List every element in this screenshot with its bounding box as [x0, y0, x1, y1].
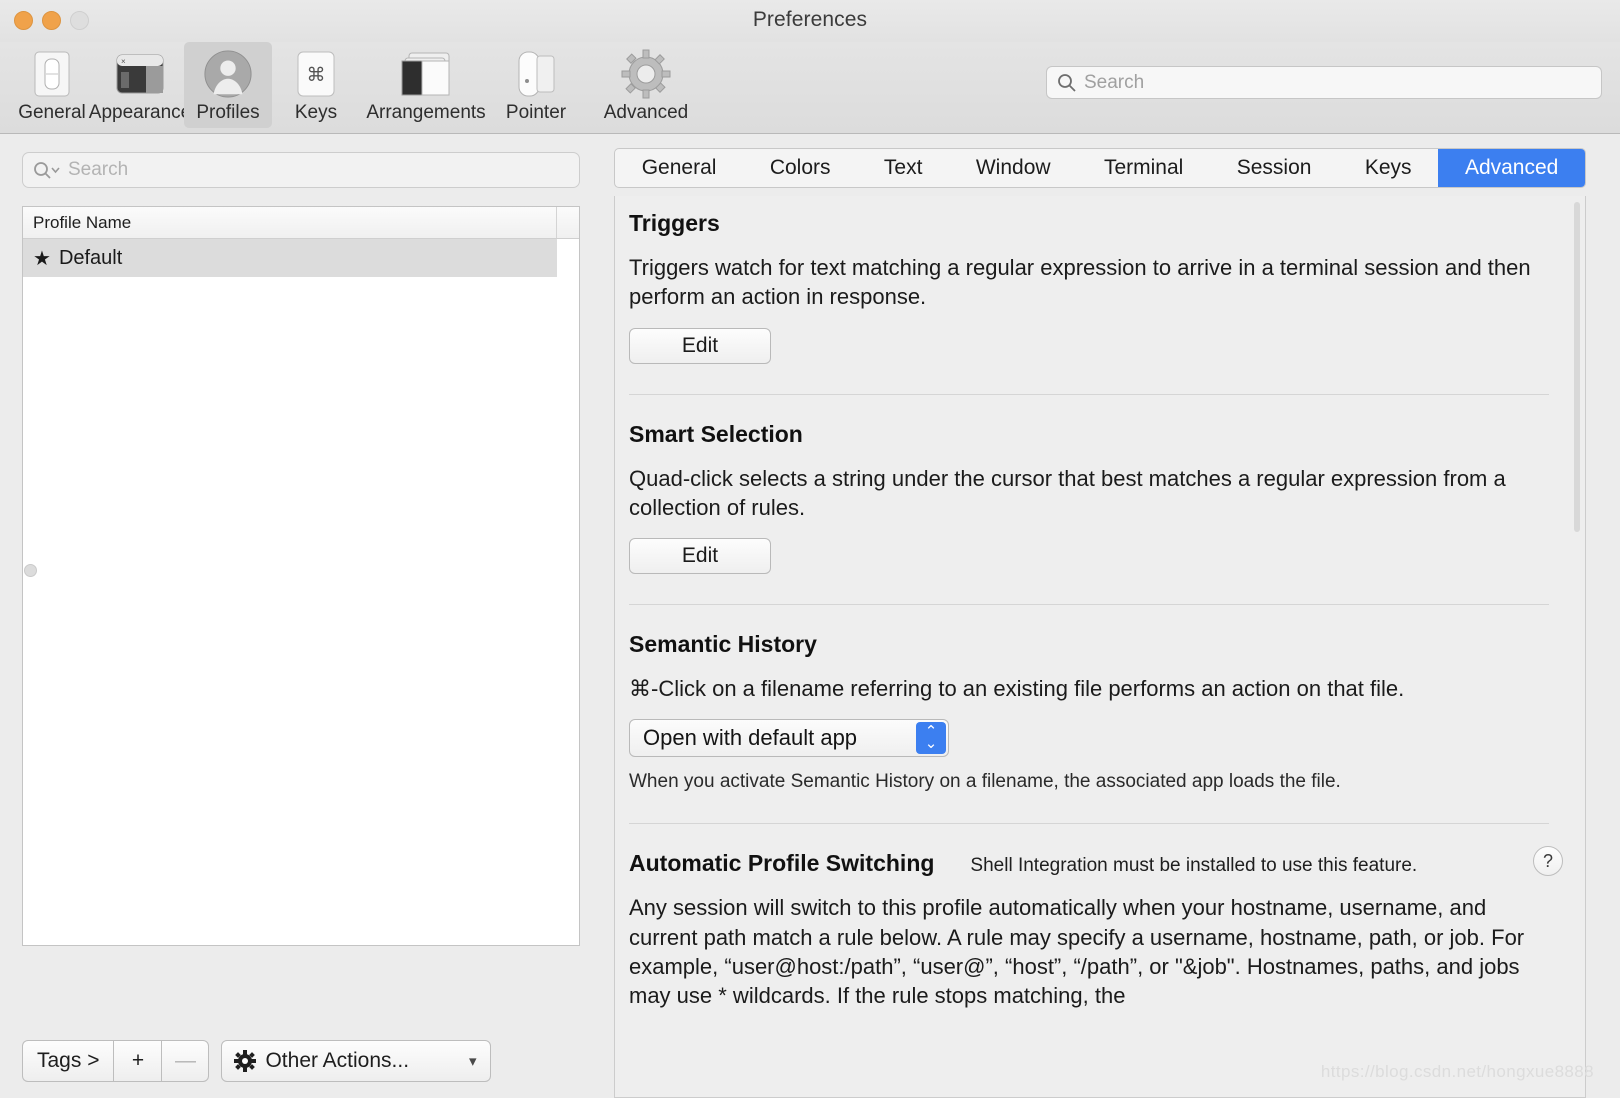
pointer-mouse-icon — [511, 48, 561, 100]
tab-keys[interactable]: Keys — [1338, 149, 1438, 187]
triggers-edit-button[interactable]: Edit — [629, 327, 771, 364]
search-icon — [1057, 73, 1076, 92]
aps-note: Shell Integration must be installed to u… — [970, 855, 1418, 877]
split-view-drag-handle[interactable] — [24, 564, 37, 577]
toolbar-item-label: Appearance — [88, 102, 192, 123]
section-divider — [629, 604, 1549, 605]
tab-general[interactable]: General — [615, 149, 743, 187]
preferences-toolbar: General × Appearance Profiles ⌘ Keys Arr… — [0, 42, 1620, 134]
advanced-settings-content: Triggers Triggers watch for text matchin… — [614, 196, 1586, 1098]
search-dropdown-icon[interactable] — [33, 161, 61, 180]
section-divider — [629, 393, 1549, 395]
watermark-text: https://blog.csdn.net/hongxue8888 — [1320, 1062, 1594, 1081]
toolbar-item-keys[interactable]: ⌘ Keys — [272, 42, 360, 128]
profile-search-placeholder: Search — [68, 159, 129, 180]
toolbar-item-pointer[interactable]: Pointer — [492, 42, 580, 128]
toolbar-item-label: Keys — [294, 102, 338, 123]
title-bar: Preferences — [0, 0, 1620, 42]
table-row[interactable]: ★ Default — [23, 239, 557, 277]
keys-command-icon: ⌘ — [291, 48, 341, 100]
window-body: Search Profile Name ★ Default Tags > + — — [0, 134, 1620, 1098]
semantic-history-hint: When you activate Semantic History on a … — [629, 771, 1341, 793]
svg-text:⌘: ⌘ — [307, 65, 326, 86]
tags-button[interactable]: Tags > — [22, 1040, 114, 1082]
tab-session[interactable]: Session — [1210, 149, 1338, 187]
profiles-bottom-toolbar: Tags > + — Other Actions... ▾ — [22, 1040, 492, 1082]
semantic-history-description: ⌘-Click on a filename referring to an ex… — [629, 676, 1405, 701]
triggers-description: Triggers watch for text matching a regul… — [629, 255, 1531, 310]
smart-selection-heading: Smart Selection — [629, 420, 803, 447]
toolbar-item-profiles[interactable]: Profiles — [184, 42, 272, 128]
tab-terminal[interactable]: Terminal — [1077, 149, 1210, 187]
section-semantic-history: Semantic History ⌘-Click on a filename r… — [629, 631, 1549, 793]
column-header-profile-name[interactable]: Profile Name — [23, 213, 556, 233]
vertical-scrollbar[interactable] — [1573, 202, 1582, 1091]
toolbar-items: General × Appearance Profiles ⌘ Keys Arr… — [8, 42, 712, 128]
toolbar-item-arrangements[interactable]: Arrangements — [360, 42, 492, 128]
tab-window[interactable]: Window — [949, 149, 1077, 187]
profiles-table[interactable]: Profile Name ★ Default — [22, 206, 580, 946]
toolbar-item-label: Profiles — [196, 102, 260, 123]
smart-selection-edit-button[interactable]: Edit — [629, 538, 771, 574]
arrangements-windows-icon — [401, 48, 451, 100]
chevron-down-icon: ▾ — [468, 1053, 477, 1070]
profile-settings-pane: General Colors Text Window Terminal Sess… — [596, 134, 1620, 1098]
advanced-gear-icon — [621, 48, 671, 100]
other-actions-menu[interactable]: Other Actions... ▾ — [221, 1040, 492, 1082]
gear-icon — [234, 1050, 257, 1072]
semantic-history-select[interactable]: Open with default app ⌃ ⌄ — [629, 719, 949, 758]
toolbar-search-field[interactable]: Search — [1046, 66, 1602, 99]
profile-tab-bar: General Colors Text Window Terminal Sess… — [614, 148, 1586, 188]
other-actions-label: Other Actions... — [265, 1049, 410, 1072]
profiles-sidebar: Search Profile Name ★ Default Tags > + — — [0, 134, 596, 1098]
add-profile-button[interactable]: + — [113, 1040, 162, 1082]
profiles-person-icon — [203, 48, 253, 100]
aps-heading: Automatic Profile Switching — [629, 850, 935, 877]
tab-advanced[interactable]: Advanced — [1438, 149, 1585, 187]
chevron-down-icon: ⌄ — [924, 735, 938, 753]
triggers-heading: Triggers — [629, 210, 720, 236]
toolbar-item-label: General — [18, 102, 86, 123]
default-profile-star-icon: ★ — [33, 247, 51, 270]
profile-name-cell: Default — [58, 246, 123, 269]
toolbar-search-placeholder: Search — [1084, 71, 1145, 93]
aps-body-text: Any session will switch to this profile … — [629, 895, 1525, 1008]
svg-text:×: × — [121, 57, 126, 66]
tab-text[interactable]: Text — [857, 149, 949, 187]
toolbar-item-general[interactable]: General — [8, 42, 96, 128]
scrollbar-thumb[interactable] — [1574, 202, 1580, 532]
toolbar-item-label: Advanced — [603, 102, 689, 123]
remove-profile-button[interactable]: — — [161, 1040, 210, 1082]
toolbar-item-label: Pointer — [505, 102, 567, 123]
section-divider — [629, 823, 1549, 825]
semantic-history-selected-value: Open with default app — [643, 725, 858, 751]
profiles-table-header: Profile Name — [23, 207, 579, 239]
toolbar-item-label: Arrangements — [366, 102, 486, 123]
toolbar-item-advanced[interactable]: Advanced — [580, 42, 712, 128]
advanced-scroll-area[interactable]: Triggers Triggers watch for text matchin… — [615, 196, 1585, 1097]
toolbar-item-appearance[interactable]: × Appearance — [89, 42, 191, 128]
profile-search-input[interactable]: Search — [22, 152, 580, 188]
general-switch-icon — [27, 48, 77, 100]
aps-header-row: Automatic Profile Switching Shell Integr… — [629, 846, 1563, 877]
section-triggers: Triggers Triggers watch for text matchin… — [629, 210, 1549, 364]
help-icon[interactable]: ? — [1533, 846, 1563, 877]
tab-colors[interactable]: Colors — [743, 149, 857, 187]
semantic-history-heading: Semantic History — [629, 631, 817, 657]
appearance-window-icon: × — [115, 48, 165, 100]
window-title: Preferences — [752, 8, 868, 31]
column-resize-grip[interactable] — [556, 207, 557, 238]
smart-selection-description: Quad-click selects a string under the cu… — [629, 465, 1506, 520]
preferences-window: Preferences General × Appearance Profile… — [0, 0, 1620, 1098]
section-automatic-profile-switching: Automatic Profile Switching Shell Integr… — [629, 846, 1563, 1010]
section-smart-selection: Smart Selection Quad-click selects a str… — [629, 420, 1549, 574]
chevron-updown-icon[interactable]: ⌃ ⌄ — [916, 722, 946, 755]
